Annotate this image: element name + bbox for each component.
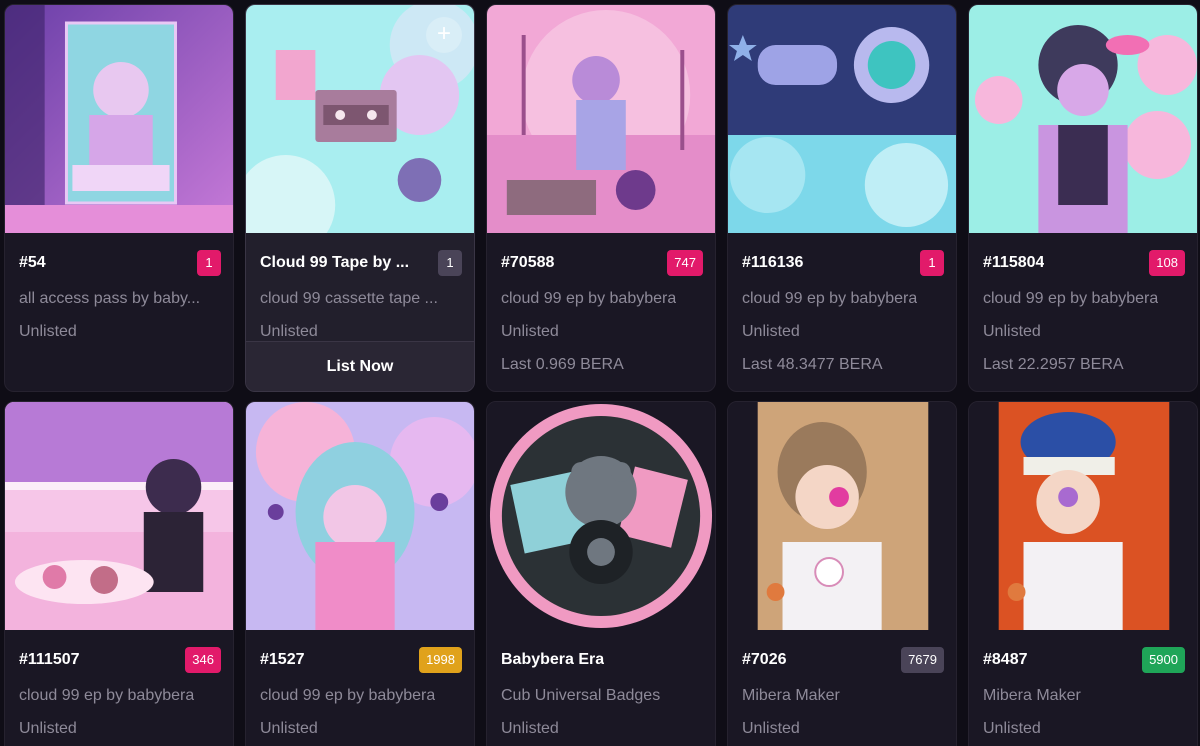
nft-image[interactable] [246,402,474,630]
nft-image[interactable] [487,402,715,630]
collection-name: all access pass by baby... [19,290,201,307]
quantity-badge: 747 [667,250,703,276]
quantity-badge: 108 [1149,250,1185,276]
nft-image[interactable] [5,5,233,233]
add-to-cart-icon[interactable]: + [426,17,462,53]
nft-title: #8487 [983,651,1028,668]
quantity-badge: 1 [920,250,944,276]
quantity-badge: 5900 [1142,647,1185,673]
nft-title: #115804 [983,254,1045,271]
listing-status: Unlisted [983,720,1041,737]
nft-image[interactable] [969,402,1197,630]
list-now-button[interactable]: List Now [246,341,474,391]
nft-image[interactable] [487,5,715,233]
nft-card[interactable]: #54 1 all access pass by baby... Unliste… [4,4,234,392]
listing-status: Unlisted [19,720,77,737]
last-sale-price: Last 0.969 BERA [501,356,624,373]
collection-name: cloud 99 ep by babybera [260,687,436,704]
nft-card[interactable]: #7026 7679 Mibera Maker Unlisted [727,401,957,746]
listing-status: Unlisted [501,720,559,737]
collection-name: cloud 99 ep by babybera [983,290,1159,307]
collection-name: cloud 99 ep by babybera [742,290,918,307]
listing-status: Unlisted [983,323,1041,340]
nft-title: #111507 [19,651,80,668]
nft-card[interactable]: + Cloud 99 Tape by ... 1 cloud 99 casset… [245,4,475,392]
collection-name: cloud 99 cassette tape ... [260,290,438,307]
nft-card[interactable]: #115804 108 cloud 99 ep by babybera Unli… [968,4,1198,392]
nft-card[interactable]: #8487 5900 Mibera Maker Unlisted [968,401,1198,746]
nft-image[interactable] [5,402,233,630]
collection-name: Mibera Maker [742,687,840,704]
quantity-badge: 1998 [419,647,462,673]
quantity-badge: 346 [185,647,221,673]
nft-grid: #54 1 all access pass by baby... Unliste… [0,0,1200,746]
listing-status: Unlisted [260,720,318,737]
listing-status: Unlisted [742,720,800,737]
collection-name: cloud 99 ep by babybera [501,290,677,307]
nft-card[interactable]: #70588 747 cloud 99 ep by babybera Unlis… [486,4,716,392]
collection-name: Mibera Maker [983,687,1081,704]
nft-card[interactable]: #111507 346 cloud 99 ep by babybera Unli… [4,401,234,746]
quantity-badge: 1 [438,250,462,276]
nft-card[interactable]: Babybera Era Cub Universal Badges Unlist… [486,401,716,746]
last-sale-price: Last 48.3477 BERA [742,356,883,373]
nft-title: #70588 [501,254,555,271]
nft-image[interactable] [728,5,956,233]
nft-title: #7026 [742,651,787,668]
nft-title: Babybera Era [501,651,605,668]
nft-card[interactable]: #116136 1 cloud 99 ep by babybera Unlist… [727,4,957,392]
quantity-badge: 1 [197,250,221,276]
listing-status: Unlisted [742,323,800,340]
listing-status: Unlisted [501,323,559,340]
collection-name: cloud 99 ep by babybera [19,687,195,704]
listing-status: Unlisted [19,323,77,340]
nft-title: Cloud 99 Tape by ... [260,254,410,271]
nft-image[interactable] [728,402,956,630]
nft-title: #54 [19,254,46,271]
nft-image[interactable] [969,5,1197,233]
collection-name: Cub Universal Badges [501,687,661,704]
quantity-badge: 7679 [901,647,944,673]
nft-card[interactable]: #1527 1998 cloud 99 ep by babybera Unlis… [245,401,475,746]
nft-title: #1527 [260,651,305,668]
nft-title: #116136 [742,254,804,271]
last-sale-price: Last 22.2957 BERA [983,356,1124,373]
listing-status: Unlisted [260,323,318,340]
